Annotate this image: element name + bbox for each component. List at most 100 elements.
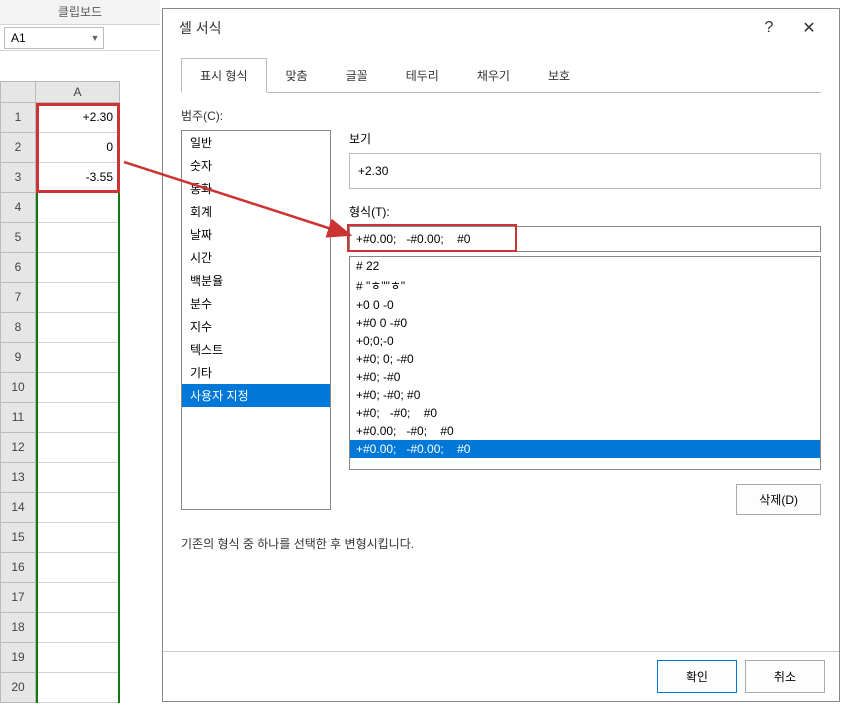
ok-button[interactable]: 확인 bbox=[657, 660, 737, 693]
delete-button[interactable]: 삭제(D) bbox=[736, 484, 821, 515]
grid-row: 3-3.55 bbox=[0, 163, 160, 193]
category-listbox[interactable]: 일반숫자통화회계날짜시간백분율분수지수텍스트기타사용자 지정 bbox=[181, 130, 331, 510]
row-header[interactable]: 5 bbox=[0, 223, 36, 253]
category-item[interactable]: 지수 bbox=[182, 315, 330, 338]
tab-4[interactable]: 채우기 bbox=[458, 58, 529, 93]
tab-5[interactable]: 보호 bbox=[529, 58, 589, 93]
category-item[interactable]: 숫자 bbox=[182, 154, 330, 177]
row-header[interactable]: 6 bbox=[0, 253, 36, 283]
grid-row: 14 bbox=[0, 493, 160, 523]
select-all-corner[interactable] bbox=[0, 81, 36, 103]
cell[interactable]: -3.55 bbox=[36, 163, 120, 193]
chevron-down-icon[interactable]: ▼ bbox=[87, 33, 103, 43]
help-button[interactable]: ? bbox=[749, 13, 789, 43]
row-header[interactable]: 17 bbox=[0, 583, 36, 613]
row-header[interactable]: 16 bbox=[0, 553, 36, 583]
row-header[interactable]: 15 bbox=[0, 523, 36, 553]
row-header[interactable]: 4 bbox=[0, 193, 36, 223]
cell[interactable]: +2.30 bbox=[36, 103, 120, 133]
row-header[interactable]: 11 bbox=[0, 403, 36, 433]
row-header[interactable]: 1 bbox=[0, 103, 36, 133]
grid-row: 7 bbox=[0, 283, 160, 313]
cell[interactable] bbox=[36, 223, 120, 253]
row-header[interactable]: 18 bbox=[0, 613, 36, 643]
row-header[interactable]: 9 bbox=[0, 343, 36, 373]
category-item[interactable]: 회계 bbox=[182, 200, 330, 223]
category-item[interactable]: 텍스트 bbox=[182, 338, 330, 361]
format-item[interactable]: +#0; -#0; #0 bbox=[350, 386, 820, 404]
category-item[interactable]: 시간 bbox=[182, 246, 330, 269]
format-item[interactable]: +#0; 0; -#0 bbox=[350, 350, 820, 368]
grid-row: 20 bbox=[0, 673, 160, 703]
category-item[interactable]: 기타 bbox=[182, 361, 330, 384]
cell[interactable] bbox=[36, 673, 120, 703]
row-header[interactable]: 10 bbox=[0, 373, 36, 403]
column-header-a[interactable]: A bbox=[36, 81, 120, 103]
cancel-button[interactable]: 취소 bbox=[745, 660, 825, 693]
tab-1[interactable]: 맞춤 bbox=[267, 58, 327, 93]
name-box[interactable]: A1 ▼ bbox=[4, 27, 104, 49]
cell[interactable] bbox=[36, 493, 120, 523]
format-label: 형식(T): bbox=[349, 203, 821, 220]
cell[interactable] bbox=[36, 463, 120, 493]
category-item[interactable]: 일반 bbox=[182, 131, 330, 154]
grid-row: 16 bbox=[0, 553, 160, 583]
format-item[interactable]: +0;0;-0 bbox=[350, 332, 820, 350]
category-item[interactable]: 통화 bbox=[182, 177, 330, 200]
cell[interactable]: 0 bbox=[36, 133, 120, 163]
row-header[interactable]: 14 bbox=[0, 493, 36, 523]
tab-2[interactable]: 글꼴 bbox=[327, 58, 387, 93]
row-header[interactable]: 13 bbox=[0, 463, 36, 493]
row-header[interactable]: 20 bbox=[0, 673, 36, 703]
cell[interactable] bbox=[36, 313, 120, 343]
cell[interactable] bbox=[36, 433, 120, 463]
tab-3[interactable]: 테두리 bbox=[387, 58, 458, 93]
row-header[interactable]: 12 bbox=[0, 433, 36, 463]
preview-value: +2.30 bbox=[358, 164, 388, 178]
format-item[interactable]: # "ㅎ""ㅎ" bbox=[350, 275, 820, 296]
format-code-input[interactable] bbox=[349, 226, 821, 252]
format-item[interactable]: +#0; -#0 bbox=[350, 368, 820, 386]
format-details-panel: 보기 +2.30 형식(T): # 22# "ㅎ""ㅎ"+0 0 -0+#0 0… bbox=[349, 130, 821, 515]
cell[interactable] bbox=[36, 343, 120, 373]
grid-row: 19 bbox=[0, 643, 160, 673]
spreadsheet-panel: 클립보드 A1 ▼ A 1+2.30203-3.5545678910111213… bbox=[0, 0, 160, 705]
grid-row: 18 bbox=[0, 613, 160, 643]
format-item[interactable]: +#0 0 -#0 bbox=[350, 314, 820, 332]
cell[interactable] bbox=[36, 193, 120, 223]
format-item[interactable]: +#0; -#0; #0 bbox=[350, 404, 820, 422]
format-item[interactable]: +#0.00; -#0.00; #0 bbox=[350, 440, 820, 458]
row-header[interactable]: 3 bbox=[0, 163, 36, 193]
dialog-titlebar: 셀 서식 ? ✕ bbox=[163, 9, 839, 47]
cell[interactable] bbox=[36, 403, 120, 433]
cell[interactable] bbox=[36, 553, 120, 583]
category-item[interactable]: 백분율 bbox=[182, 269, 330, 292]
category-item[interactable]: 날짜 bbox=[182, 223, 330, 246]
grid-row: 5 bbox=[0, 223, 160, 253]
tab-0[interactable]: 표시 형식 bbox=[181, 58, 267, 93]
cell[interactable] bbox=[36, 373, 120, 403]
format-item[interactable]: # 22 bbox=[350, 257, 820, 275]
row-header[interactable]: 2 bbox=[0, 133, 36, 163]
grid-row: 1+2.30 bbox=[0, 103, 160, 133]
row-header[interactable]: 7 bbox=[0, 283, 36, 313]
grid-row: 6 bbox=[0, 253, 160, 283]
dialog-tabs: 표시 형식맞춤글꼴테두리채우기보호 bbox=[181, 57, 821, 93]
cell[interactable] bbox=[36, 613, 120, 643]
cell[interactable] bbox=[36, 643, 120, 673]
cell[interactable] bbox=[36, 283, 120, 313]
grid-row: 9 bbox=[0, 343, 160, 373]
category-item[interactable]: 분수 bbox=[182, 292, 330, 315]
format-item[interactable]: +#0.00; -#0; #0 bbox=[350, 422, 820, 440]
format-listbox[interactable]: # 22# "ㅎ""ㅎ"+0 0 -0+#0 0 -#0+0;0;-0+#0; … bbox=[349, 256, 821, 470]
cell[interactable] bbox=[36, 583, 120, 613]
format-item[interactable]: +0 0 -0 bbox=[350, 296, 820, 314]
spreadsheet-grid: A 1+2.30203-3.55456789101112131415161718… bbox=[0, 81, 160, 703]
row-header[interactable]: 8 bbox=[0, 313, 36, 343]
row-header[interactable]: 19 bbox=[0, 643, 36, 673]
grid-row: 17 bbox=[0, 583, 160, 613]
category-item[interactable]: 사용자 지정 bbox=[182, 384, 330, 407]
cell[interactable] bbox=[36, 523, 120, 553]
cell[interactable] bbox=[36, 253, 120, 283]
close-button[interactable]: ✕ bbox=[789, 13, 829, 43]
